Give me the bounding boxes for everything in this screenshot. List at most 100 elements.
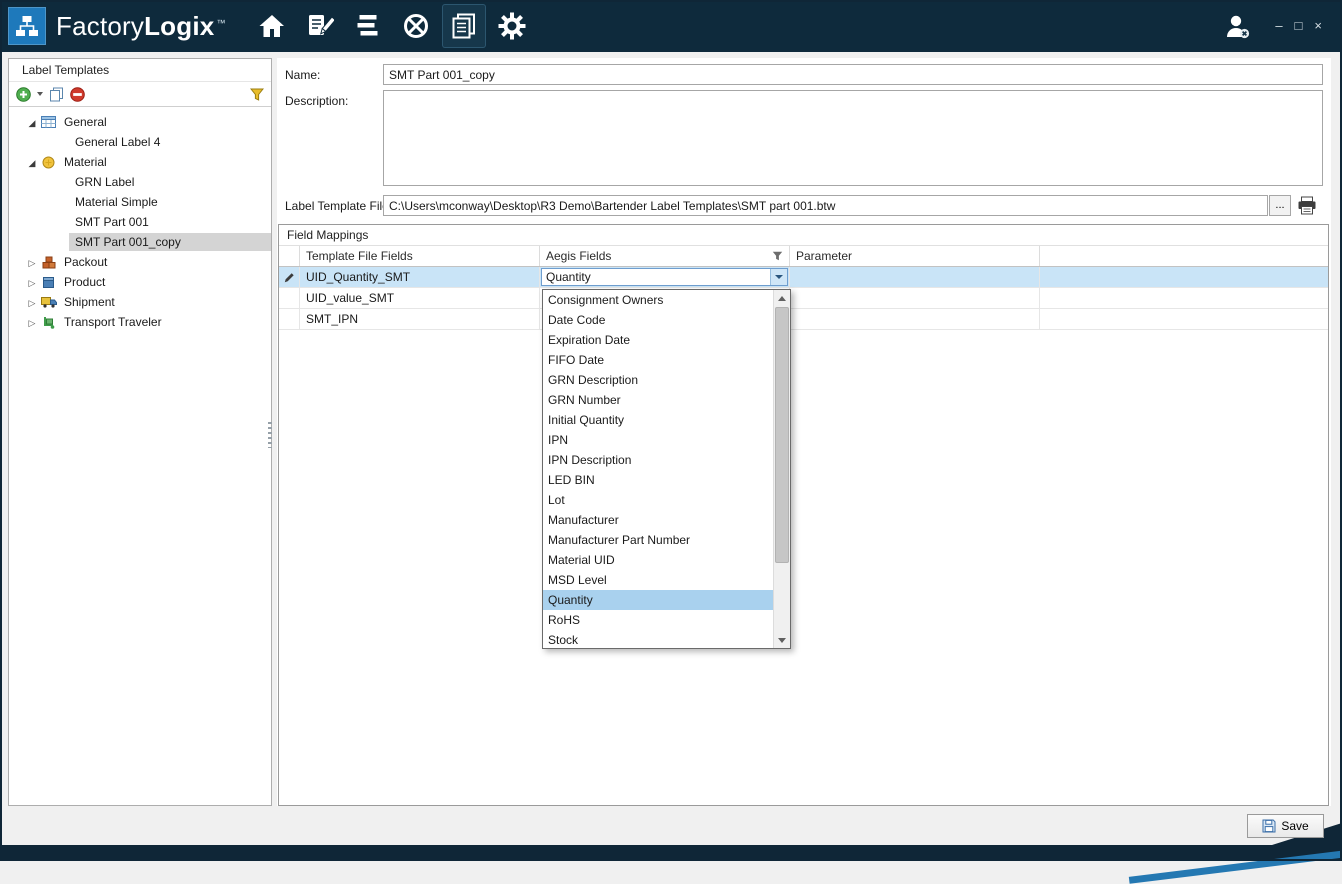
dropdown-option[interactable]: Initial Quantity [543,410,773,430]
tree-item-smt-part-001[interactable]: SMT Part 001 [9,212,271,232]
dropdown-option[interactable]: RoHS [543,610,773,630]
name-label: Name: [285,68,320,82]
dropdown-option[interactable]: LED BIN [543,470,773,490]
transport-traveler-category-icon [39,316,58,329]
browse-file-button[interactable]: ... [1269,195,1291,216]
dropdown-option[interactable]: Consignment Owners [543,290,773,310]
nav-settings-button[interactable] [488,0,536,52]
tree-item-shipment[interactable]: Shipment [9,292,271,312]
dropdown-option[interactable]: Stock [543,630,773,648]
combobox-dropdown-button[interactable] [770,269,787,285]
panel-splitter-handle[interactable] [268,422,272,448]
tree-item-product[interactable]: Product [9,272,271,292]
aegis-field-cell[interactable]: Quantity [540,267,790,287]
column-filter-icon[interactable] [772,251,783,261]
print-button[interactable] [1297,196,1317,218]
copy-template-button[interactable] [49,87,64,102]
template-field-cell[interactable]: UID_value_SMT [300,288,540,308]
add-template-button[interactable] [16,87,31,102]
tree-item-grn-label[interactable]: GRN Label [9,172,271,192]
tree-item-general[interactable]: General [9,112,271,132]
label-templates-tree: General General Label 4 Material GRN Lab… [9,107,271,332]
dropdown-options: Consignment Owners Date Code Expiration … [543,290,773,648]
tree-item-material[interactable]: Material [9,152,271,172]
expander-icon[interactable] [25,275,39,289]
dropdown-option[interactable]: Manufacturer Part Number [543,530,773,550]
parameter-cell[interactable] [790,309,1040,329]
nav-labels-button[interactable] [442,4,486,48]
product-category-icon [39,276,58,289]
dropdown-option[interactable]: Manufacturer [543,510,773,530]
description-input[interactable] [383,90,1323,186]
chevron-down-icon [775,275,783,279]
brand-logix: Logix [144,11,214,42]
tree-item-general-label-4[interactable]: General Label 4 [9,132,271,152]
add-dropdown-caret[interactable] [37,92,43,96]
tree-item-label: General Label 4 [69,133,271,151]
scrollbar-thumb[interactable] [775,307,789,563]
dropdown-option[interactable]: Expiration Date [543,330,773,350]
dropdown-option[interactable]: GRN Description [543,370,773,390]
nav-home-button[interactable] [248,0,296,52]
dropdown-option[interactable]: Date Code [543,310,773,330]
column-header-aegis-fields[interactable]: Aegis Fields [540,246,790,266]
aegis-field-combobox[interactable]: Quantity [541,268,788,286]
expander-icon[interactable] [25,255,39,269]
labels-icon [450,12,478,40]
user-logout-button[interactable] [1223,12,1251,40]
dropdown-scrollbar[interactable] [773,290,790,648]
scroll-up-button[interactable] [774,290,790,306]
dropdown-option[interactable]: MSD Level [543,570,773,590]
tree-item-label: Product [58,273,271,291]
mapping-row-uid-quantity-smt[interactable]: UID_Quantity_SMT Quantity [279,267,1328,288]
expander-icon[interactable] [25,115,39,129]
expander-icon[interactable] [25,155,39,169]
tree-item-label: General [58,113,271,131]
parameter-cell[interactable] [790,288,1040,308]
maximize-button[interactable]: □ [1289,0,1309,52]
dropdown-option[interactable]: FIFO Date [543,350,773,370]
minimize-button[interactable]: – [1269,0,1288,52]
tree-item-packout[interactable]: Packout [9,252,271,272]
bottom-accent-band [0,845,1342,861]
copy-icon [49,87,64,102]
nav-materials-button[interactable] [344,0,392,52]
name-input[interactable] [383,64,1323,85]
expander-icon[interactable] [25,295,39,309]
nav-documents-button[interactable] [296,0,344,52]
dropdown-option[interactable]: Material UID [543,550,773,570]
tree-item-smt-part-001-copy[interactable]: SMT Part 001_copy [9,232,271,252]
close-button[interactable]: × [1308,0,1328,52]
mapping-row-uid-value-smt[interactable]: UID_value_SMT [279,288,1328,309]
dropdown-option[interactable]: Lot [543,490,773,510]
document-pencil-icon [306,12,334,40]
dropdown-option[interactable]: IPN [543,430,773,450]
template-field-cell[interactable]: UID_Quantity_SMT [300,267,540,287]
tree-toolbar [9,81,271,107]
parameter-cell[interactable] [790,267,1040,287]
filter-button[interactable] [250,88,264,101]
tree-item-transport-traveler[interactable]: Transport Traveler [9,312,271,332]
sitemap-icon [15,14,39,38]
nav-production-button[interactable] [392,0,440,52]
template-field-cell[interactable]: SMT_IPN [300,309,540,329]
dropdown-option[interactable]: GRN Number [543,390,773,410]
empty-cell [1040,309,1328,329]
label-template-file-input[interactable] [383,195,1268,216]
triangle-up-icon [778,296,786,301]
dropdown-option[interactable]: IPN Description [543,450,773,470]
mapping-row-smt-ipn[interactable]: SMT_IPN [279,309,1328,330]
column-header-parameter[interactable]: Parameter [790,246,1040,266]
save-button[interactable]: Save [1247,814,1324,838]
dropdown-option-selected[interactable]: Quantity [543,590,773,610]
home-icon [257,12,287,40]
tree-item-material-simple[interactable]: Material Simple [9,192,271,212]
expander-icon[interactable] [25,315,39,329]
aegis-fields-dropdown-list: Consignment Owners Date Code Expiration … [542,289,791,649]
scroll-down-button[interactable] [774,632,790,648]
tree-item-label: GRN Label [69,173,271,191]
column-header-template-file-fields[interactable]: Template File Fields [300,246,540,266]
delete-template-button[interactable] [70,87,85,102]
column-header-label: Parameter [796,249,852,263]
column-header-empty [1040,246,1328,266]
